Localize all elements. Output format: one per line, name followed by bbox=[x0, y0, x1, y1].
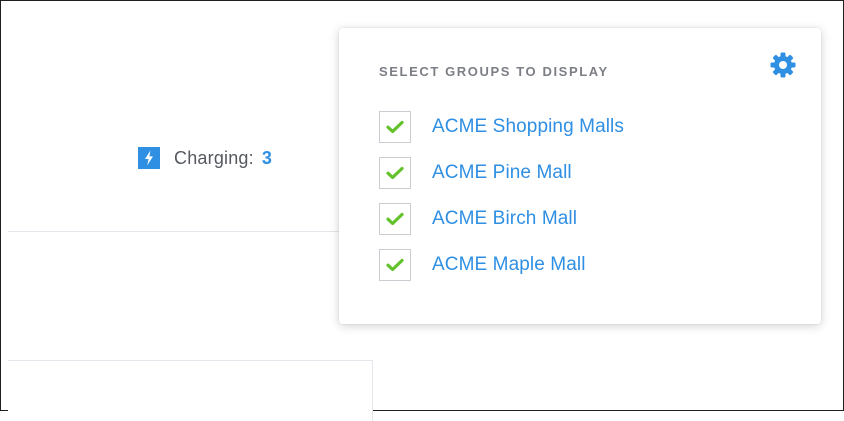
group-checkbox[interactable] bbox=[379, 157, 411, 189]
header-divider bbox=[8, 231, 348, 232]
lightning-bolt-icon bbox=[138, 147, 160, 169]
group-checkbox[interactable] bbox=[379, 203, 411, 235]
group-list: ACME Shopping Malls ACME Pine Mall ACME … bbox=[379, 111, 624, 295]
group-label[interactable]: ACME Birch Mall bbox=[432, 208, 577, 230]
check-icon bbox=[386, 166, 404, 180]
charging-label: Charging: bbox=[174, 147, 254, 168]
group-item-acme-birch-mall[interactable]: ACME Birch Mall bbox=[379, 203, 624, 235]
content-panel bbox=[8, 360, 373, 421]
group-label[interactable]: ACME Pine Mall bbox=[432, 162, 572, 184]
charging-status: Charging: 3 bbox=[138, 145, 272, 171]
group-label[interactable]: ACME Maple Mall bbox=[432, 254, 586, 276]
check-icon bbox=[386, 258, 404, 272]
charging-count[interactable]: 3 bbox=[262, 148, 272, 169]
group-item-acme-shopping-malls[interactable]: ACME Shopping Malls bbox=[379, 111, 624, 143]
group-checkbox[interactable] bbox=[379, 249, 411, 281]
panel-title: SELECT GROUPS TO DISPLAY bbox=[379, 64, 609, 79]
gear-icon bbox=[770, 52, 796, 78]
group-checkbox[interactable] bbox=[379, 111, 411, 143]
group-item-acme-maple-mall[interactable]: ACME Maple Mall bbox=[379, 249, 624, 281]
check-icon bbox=[386, 212, 404, 226]
group-label[interactable]: ACME Shopping Malls bbox=[432, 116, 624, 138]
group-selector-dropdown: SELECT GROUPS TO DISPLAY ACME Shopping M… bbox=[339, 28, 821, 324]
settings-button[interactable] bbox=[766, 50, 800, 80]
check-icon bbox=[386, 120, 404, 134]
group-item-acme-pine-mall[interactable]: ACME Pine Mall bbox=[379, 157, 624, 189]
